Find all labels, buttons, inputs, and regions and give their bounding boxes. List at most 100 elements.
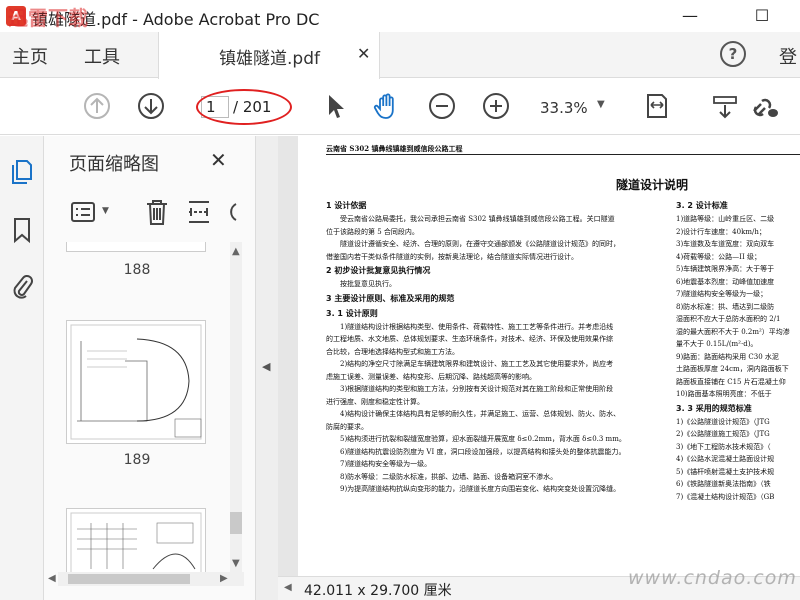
doc-text-line: 1)《公路隧道设计规范》（JTG: [676, 417, 770, 426]
scroll-left-icon[interactable]: ◀: [48, 573, 56, 584]
doc-section-heading: 3. 1 设计原则: [326, 308, 378, 318]
extract-page-icon[interactable]: [186, 198, 212, 226]
thumbnail-label-188: 188: [123, 262, 151, 278]
close-tab-button[interactable]: ✕: [357, 44, 370, 63]
doc-section-heading: 1 设计依据: [326, 201, 367, 210]
doc-text-line: 3)根据隧道结构的类型和施工方法，分别按有关设计规范对其在施工阶段和正常使用阶段: [340, 385, 614, 393]
delete-icon[interactable]: [144, 198, 170, 226]
doc-text-line: 2)结构的净空尺寸除满足车辆建筑限界和建筑设计、施工工艺及其它使用要求外，尚应考: [340, 360, 614, 368]
select-arrow-icon[interactable]: [320, 91, 350, 121]
zoom-dropdown-icon[interactable]: ▼: [597, 99, 605, 110]
doc-text-line: 1)道路等级：山岭重丘区、二级: [676, 215, 775, 223]
doc-text-line: 湿面积不应大于总防水面积的 2/1: [676, 315, 781, 323]
fit-page-icon[interactable]: [642, 91, 672, 121]
scroll-down-icon[interactable]: ▼: [232, 558, 240, 569]
minimize-button[interactable]: —: [672, 4, 708, 28]
doc-text-line: 受云南省公路局委托，我公司承担云南省 S302 镇彝线镇雄到威信段公路工程。关口…: [340, 215, 615, 223]
hand-tool-icon[interactable]: [372, 91, 402, 121]
thumbnail-label-189: 189: [123, 452, 151, 468]
doc-section-heading: 2 初步设计批复意见执行情况: [326, 266, 431, 275]
header-rule: [326, 154, 800, 155]
left-rail: [0, 136, 44, 600]
zoom-out-icon[interactable]: [427, 91, 457, 121]
doc-text-line: 8)防水等级：二级防水标准，拱部、边墙、路面、设备箱洞室不渗水。: [340, 472, 558, 481]
doc-section-heading: 3. 3 采用的规范标准: [676, 403, 752, 413]
scroll-up-icon[interactable]: ▲: [232, 246, 240, 257]
doc-text-line: 6)《铁路隧道新奥法指南》（铁: [676, 480, 771, 488]
doc-text-line: 3)车道数及车道宽度：双向双车: [676, 240, 775, 248]
doc-text-line: 隧道设计遵循安全、经济、合理的原则，在遵守交通部颁发《公路隧道设计规范》的同时，: [340, 240, 620, 248]
options-menu-icon[interactable]: [70, 200, 98, 224]
doc-text-line: 按批复意见执行。: [340, 280, 396, 288]
collapse-arrow-icon[interactable]: ◀: [262, 360, 270, 373]
doc-text-line: 路面板直接铺在 C15 片石混凝土仰: [676, 377, 786, 386]
watermark-bottom: www.cndao.com: [628, 567, 797, 589]
doc-text-line: 3)《地下工程防水技术规范》（: [676, 442, 771, 451]
next-page-icon[interactable]: [136, 91, 166, 121]
title-bar: A 镇雄隧道.pdf - Adobe Acrobat Pro DC — ☐: [0, 0, 800, 32]
prev-page-icon[interactable]: [82, 91, 112, 121]
doc-text-line: 5)结构须进行抗裂和裂缝宽度验算，迎水面裂缝开展宽度 δ≤0.2mm，背水面 δ…: [340, 435, 626, 443]
sign-in-button[interactable]: 登: [779, 43, 797, 69]
menu-home[interactable]: 主页: [12, 43, 48, 69]
options-caret-icon[interactable]: ▼: [102, 206, 109, 216]
share-link-icon[interactable]: [748, 91, 778, 121]
doc-text-line: 合比较，合理地选择结构型式和施工方法。: [326, 347, 459, 356]
thumbnail-drawing: [70, 324, 202, 440]
doc-text-line: 土路面板厚度 24cm，洞内路面板下: [676, 365, 789, 373]
vertical-scroll-thumb[interactable]: [230, 512, 242, 534]
doc-text-line: 6)地震基本烈度：动峰值加速度: [676, 277, 775, 286]
thumbnail-page-190[interactable]: [66, 508, 206, 572]
document-tab-label: 镇雄隧道.pdf: [219, 49, 320, 69]
doc-text-line: 4)荷载等级：公路—II 级；: [676, 252, 761, 261]
doc-text-line: 7)隧道结构安全等级为一级；: [676, 290, 768, 298]
scroll-mode-icon[interactable]: [710, 91, 740, 121]
scroll-right-icon[interactable]: ▶: [220, 573, 228, 584]
pdf-page: 云南省 S302 镇彝线镇雄到威信段公路工程 隧道设计说明 1 设计依据 受云南省…: [298, 136, 800, 576]
page-size: 42.011 x 29.700 厘米: [304, 583, 452, 599]
thumbnail-drawing: [67, 242, 207, 251]
zoom-in-icon[interactable]: [481, 91, 511, 121]
doc-text-line: 4)《公路水泥混凝土路面设计规: [676, 455, 775, 463]
doc-text-line: 9)路面：路面结构采用 C30 水泥: [676, 352, 779, 361]
doc-text-line: 进行强度、刚度和稳定性计算。: [326, 397, 424, 406]
doc-right-column: 3. 2 设计标准 1)道路等级：山岭重丘区、二级 2)设计行车速度：40km/h；…: [676, 198, 800, 503]
bookmark-icon[interactable]: [10, 216, 34, 244]
doc-text-line: 6)隧道结构抗震设防烈度为 VI 度，洞口段设加强段，以提高结构和接头处的整体抗…: [340, 447, 626, 456]
doc-text-line: 虑施工误差、测量误差、结构变形、后期沉降、路线超高等的影响。: [326, 372, 536, 381]
menu-tools[interactable]: 工具: [84, 43, 120, 69]
attachment-icon[interactable]: [10, 272, 34, 300]
doc-text-line: 量不大于 0.15L/(m²·d)。: [676, 340, 758, 348]
panel-title: 页面缩略图: [69, 154, 159, 175]
watermark-top: 迅雷下载: [8, 6, 88, 30]
doc-text-line: 1)隧道结构设计根据结构类型、使用条件、荷载特性、施工工艺等条件进行。并考虑沿线: [340, 322, 614, 331]
status-left-arrow-icon[interactable]: ◀: [284, 582, 292, 593]
zoom-level[interactable]: 33.3%: [540, 99, 588, 117]
doc-section-heading: 3. 2 设计标准: [676, 201, 728, 210]
horizontal-scroll-thumb[interactable]: [68, 574, 190, 584]
thumbnail-panel: 页面缩略图 ✕ ▼ 188 189 ▲ ▼ ◀ ▶: [44, 136, 256, 600]
doc-text-line: 2)设计行车速度：40km/h；: [676, 227, 766, 236]
document-tab[interactable]: 镇雄隧道.pdf ✕: [158, 32, 380, 79]
pages-thumbnail-icon[interactable]: [10, 158, 34, 186]
toolbar: 1 / 201 33.3% ▼: [0, 79, 800, 135]
panel-toolbar: ▼: [44, 192, 244, 234]
doc-text-line: 7)隧道结构安全等级为一级。: [340, 460, 432, 468]
close-panel-button[interactable]: ✕: [210, 148, 227, 172]
menu-bar: 主页 工具: [0, 32, 800, 78]
thumbnail-page-189[interactable]: [66, 320, 206, 444]
thumbnail-page-188[interactable]: [66, 242, 206, 252]
thumbnail-horizontal-scrollbar[interactable]: ◀ ▶: [48, 572, 244, 586]
doc-text-line: 4)结构设计确保主体结构具有足够的耐久性，并满足施工、运营、总体规划、防火、防水…: [340, 410, 621, 418]
doc-text-line: 防腐的要求。: [326, 422, 368, 431]
help-button[interactable]: ?: [720, 41, 746, 67]
doc-text-line: 7)《混凝土结构设计规范》（GB: [676, 492, 775, 501]
document-view[interactable]: 云南省 S302 镇彝线镇雄到威信段公路工程 隧道设计说明 1 设计依据 受云南省…: [278, 136, 800, 576]
thumbnail-list: 188 189: [44, 242, 230, 572]
thumbnail-vertical-scrollbar[interactable]: ▲ ▼: [230, 242, 242, 572]
rotate-icon[interactable]: [224, 200, 240, 224]
doc-text-line: 2)《公路隧道施工规范》（JTG: [676, 430, 770, 438]
doc-section-heading: 3 主要设计原则、标准及采用的规范: [326, 293, 455, 303]
maximize-button[interactable]: ☐: [744, 4, 780, 28]
panel-collapse-handle[interactable]: ◀: [256, 136, 278, 600]
